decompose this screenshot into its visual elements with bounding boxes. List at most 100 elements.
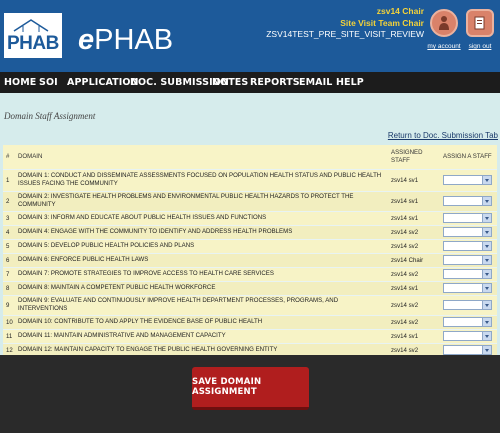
table-row: 11 DOMAIN 11: MAINTAIN ADMINISTRATIVE AND… — [3, 329, 497, 344]
assign-staff-select[interactable] — [443, 300, 492, 310]
row-number: 2 — [3, 191, 16, 212]
footer-bar: SAVE DOMAIN ASSIGNMENT — [0, 355, 500, 433]
assign-staff-cell — [441, 253, 497, 268]
row-number: 6 — [3, 253, 16, 268]
assign-staff-cell — [441, 239, 497, 254]
header-domain: DOMAIN — [16, 145, 389, 170]
assign-staff-select[interactable] — [443, 269, 492, 279]
chevron-down-icon[interactable] — [482, 270, 491, 278]
nav-soi[interactable]: SOI — [39, 77, 58, 88]
domain-name: DOMAIN 6: ENFORCE PUBLIC HEALTH LAWS — [16, 253, 389, 268]
chevron-down-icon[interactable] — [482, 242, 491, 250]
domain-name: DOMAIN 11: MAINTAIN ADMINISTRATIVE AND M… — [16, 329, 389, 344]
assigned-staff: zsv14 sv1 — [389, 169, 441, 192]
assigned-staff: zsv14 sv1 — [389, 281, 441, 296]
page-title: Domain Staff Assignment — [4, 111, 96, 121]
row-number: 11 — [3, 329, 16, 344]
brand-prefix: e — [78, 24, 95, 56]
assign-staff-select[interactable] — [443, 345, 492, 355]
assign-staff-select[interactable] — [443, 317, 492, 327]
assign-staff-cell — [441, 211, 497, 226]
chevron-down-icon[interactable] — [482, 256, 491, 264]
row-number: 5 — [3, 239, 16, 254]
return-to-doc-submission-link[interactable]: Return to Doc. Submission Tab — [388, 131, 498, 140]
chevron-down-icon[interactable] — [482, 332, 491, 340]
row-number: 8 — [3, 281, 16, 296]
assign-staff-cell — [441, 281, 497, 296]
row-number: 7 — [3, 267, 16, 282]
nav-help[interactable]: HELP — [336, 77, 364, 88]
assign-staff-select[interactable] — [443, 227, 492, 237]
row-number: 4 — [3, 225, 16, 240]
table-header-row: # DOMAIN ASSIGNED STAFF ASSIGN A STAFF — [3, 145, 497, 170]
row-number: 10 — [3, 315, 16, 330]
assign-staff-select[interactable] — [443, 331, 492, 341]
header-assign-staff: ASSIGN A STAFF — [441, 145, 497, 170]
assigned-staff: zsv14 sv1 — [389, 329, 441, 344]
user-info: zsv14 Chair Site Visit Team Chair ZSV14T… — [266, 6, 424, 41]
assign-staff-select[interactable] — [443, 175, 492, 185]
table-row: 4 DOMAIN 4: ENGAGE WITH THE COMMUNITY TO … — [3, 225, 497, 240]
table-row: 10 DOMAIN 10: CONTRIBUTE TO AND APPLY THE… — [3, 315, 497, 330]
table-row: 9 DOMAIN 9: EVALUATE AND CONTINUOUSLY IMP… — [3, 295, 497, 316]
context-code: ZSV14TEST_PRE_SITE_VISIT_REVIEW — [266, 29, 424, 39]
assign-staff-select[interactable] — [443, 241, 492, 251]
assigned-staff: zsv14 sv2 — [389, 315, 441, 330]
my-account-link[interactable]: my account — [424, 43, 464, 50]
logo-text: PHAB — [7, 33, 59, 54]
row-number: 3 — [3, 211, 16, 226]
chevron-down-icon[interactable] — [482, 214, 491, 222]
domain-name: DOMAIN 3: INFORM AND EDUCATE ABOUT PUBLI… — [16, 211, 389, 226]
save-domain-assignment-button[interactable]: SAVE DOMAIN ASSIGNMENT — [192, 367, 309, 410]
assigned-staff: zsv14 Chair — [389, 253, 441, 268]
table-row: 8 DOMAIN 8: MAINTAIN A COMPETENT PUBLIC H… — [3, 281, 497, 296]
brand-text: PHAB — [94, 24, 174, 56]
sign-out-button[interactable] — [466, 9, 494, 37]
assign-staff-cell — [441, 315, 497, 330]
assign-staff-cell — [441, 295, 497, 316]
nav-home[interactable]: HOME — [4, 77, 36, 88]
table-row: 7 DOMAIN 7: PROMOTE STRATEGIES TO IMPROVE… — [3, 267, 497, 282]
assign-staff-select[interactable] — [443, 196, 492, 206]
nav-application[interactable]: APPLICATION — [67, 77, 139, 88]
assigned-staff: zsv14 sv1 — [389, 211, 441, 226]
header-assigned-staff: ASSIGNED STAFF — [389, 145, 441, 170]
header-num: # — [3, 145, 16, 170]
chevron-down-icon[interactable] — [482, 318, 491, 326]
chevron-down-icon[interactable] — [482, 284, 491, 292]
assign-staff-cell — [441, 267, 497, 282]
domain-name: DOMAIN 7: PROMOTE STRATEGIES TO IMPROVE … — [16, 267, 389, 282]
my-account-button[interactable] — [430, 9, 458, 37]
domain-assignment-table: # DOMAIN ASSIGNED STAFF ASSIGN A STAFF 1… — [3, 145, 497, 358]
user-role: Site Visit Team Chair — [340, 17, 424, 28]
domain-name: DOMAIN 9: EVALUATE AND CONTINUOUSLY IMPR… — [16, 295, 389, 316]
main-content: Domain Staff Assignment Return to Doc. S… — [0, 93, 500, 358]
table-row: 2 DOMAIN 2: INVESTIGATE HEALTH PROBLEMS A… — [3, 191, 497, 212]
chevron-down-icon[interactable] — [482, 346, 491, 354]
table-row: 5 DOMAIN 5: DEVELOP PUBLIC HEALTH POLICIE… — [3, 239, 497, 254]
assign-staff-select[interactable] — [443, 283, 492, 293]
header: PHAB ePHAB zsv14 Chair Site Visit Team C… — [0, 0, 500, 72]
chevron-down-icon[interactable] — [482, 197, 491, 205]
domain-name: DOMAIN 2: INVESTIGATE HEALTH PROBLEMS AN… — [16, 191, 389, 212]
assign-staff-select[interactable] — [443, 255, 492, 265]
sign-out-link[interactable]: sign out — [460, 43, 500, 50]
assigned-staff: zsv14 sv2 — [389, 225, 441, 240]
domain-name: DOMAIN 1: CONDUCT AND DISSEMINATE ASSESS… — [16, 169, 389, 192]
assigned-staff: zsv14 sv1 — [389, 191, 441, 212]
nav-reports[interactable]: REPORTS — [250, 77, 300, 88]
table-row: 3 DOMAIN 3: INFORM AND EDUCATE ABOUT PUBL… — [3, 211, 497, 226]
phab-logo[interactable]: PHAB — [4, 13, 62, 58]
assign-staff-select[interactable] — [443, 213, 492, 223]
nav-email[interactable]: EMAIL — [299, 77, 332, 88]
brand-title: ePHAB — [78, 24, 173, 57]
domain-name: DOMAIN 8: MAINTAIN A COMPETENT PUBLIC HE… — [16, 281, 389, 296]
chevron-down-icon[interactable] — [482, 228, 491, 236]
assigned-staff: zsv14 sv2 — [389, 267, 441, 282]
assigned-staff: zsv14 sv2 — [389, 295, 441, 316]
row-number: 9 — [3, 295, 16, 316]
nav-notes[interactable]: NOTES — [212, 77, 248, 88]
chevron-down-icon[interactable] — [482, 301, 491, 309]
main-nav: HOME SOI APPLICATION DOC. SUBMISSION NOT… — [0, 72, 500, 93]
chevron-down-icon[interactable] — [482, 176, 491, 184]
